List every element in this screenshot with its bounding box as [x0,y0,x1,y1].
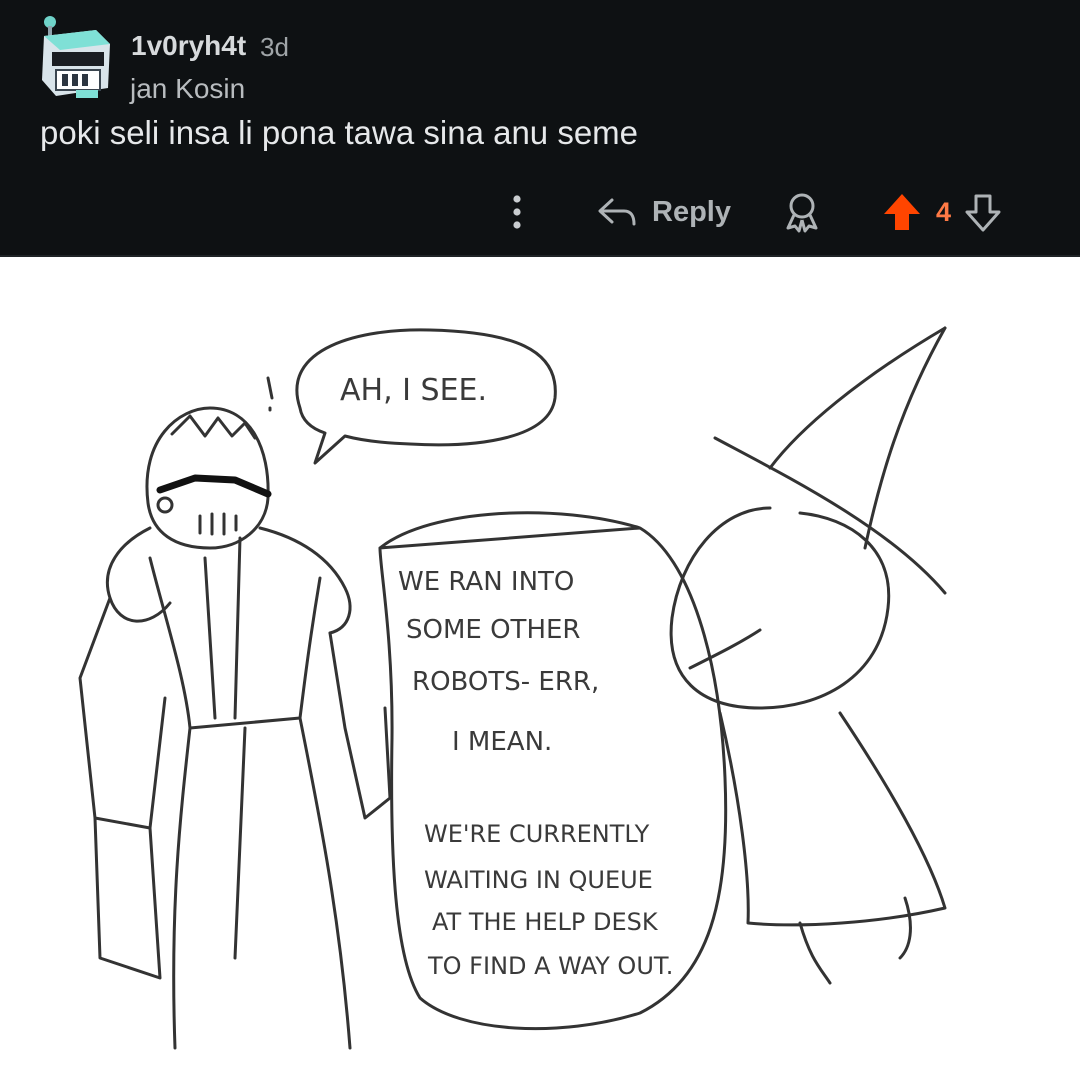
comic-drawing: AH, I SEE. WE RAN INTO SOME OTHER ROBOTS… [78,326,947,1050]
speech-line-3: ROBOTS- ERR, [412,667,599,697]
more-options-button[interactable] [504,190,530,234]
speech-line-4: I MEAN. [452,727,552,757]
award-button[interactable] [782,190,822,234]
speech-line-7: AT THE HELP DESK [432,908,659,936]
speech-line-5: WE'RE CURRENTLY [424,820,650,848]
more-vertical-icon [513,195,521,229]
speech-line-8: TO FIND A WAY OUT. [427,952,673,980]
speech-line-6: WAITING IN QUEUE [424,866,653,894]
vote-score: 4 [936,196,952,227]
divider [0,255,1080,257]
knight-figure [78,406,392,1050]
reply-arrow-icon [598,198,636,226]
speech-top-text: AH, I SEE. [340,373,487,408]
comment-username[interactable]: 1v0ryh4t [131,30,246,62]
speech-line-1: WE RAN INTO [398,567,574,597]
comment-card: 1v0ryh4t 3d jan Kosin poki seli insa li … [0,0,1080,257]
speech-line-2: SOME OTHER [406,615,580,645]
upvote-arrow-icon[interactable] [880,190,924,234]
downvote-arrow-icon[interactable] [963,190,1003,234]
comment-body: poki seli insa li pona tawa sina anu sem… [40,114,639,151]
user-avatar[interactable] [36,14,116,102]
comment-age: 3d [260,32,289,62]
user-flair: jan Kosin [130,73,246,104]
robot-avatar-icon [42,16,110,98]
comic-image: AH, I SEE. WE RAN INTO SOME OTHER ROBOTS… [0,258,1080,1080]
vote-controls: 4 [880,188,1003,236]
reply-button[interactable]: Reply [596,190,731,234]
award-icon [786,193,818,233]
hooded-figure [669,326,947,985]
reply-label: Reply [652,195,731,228]
